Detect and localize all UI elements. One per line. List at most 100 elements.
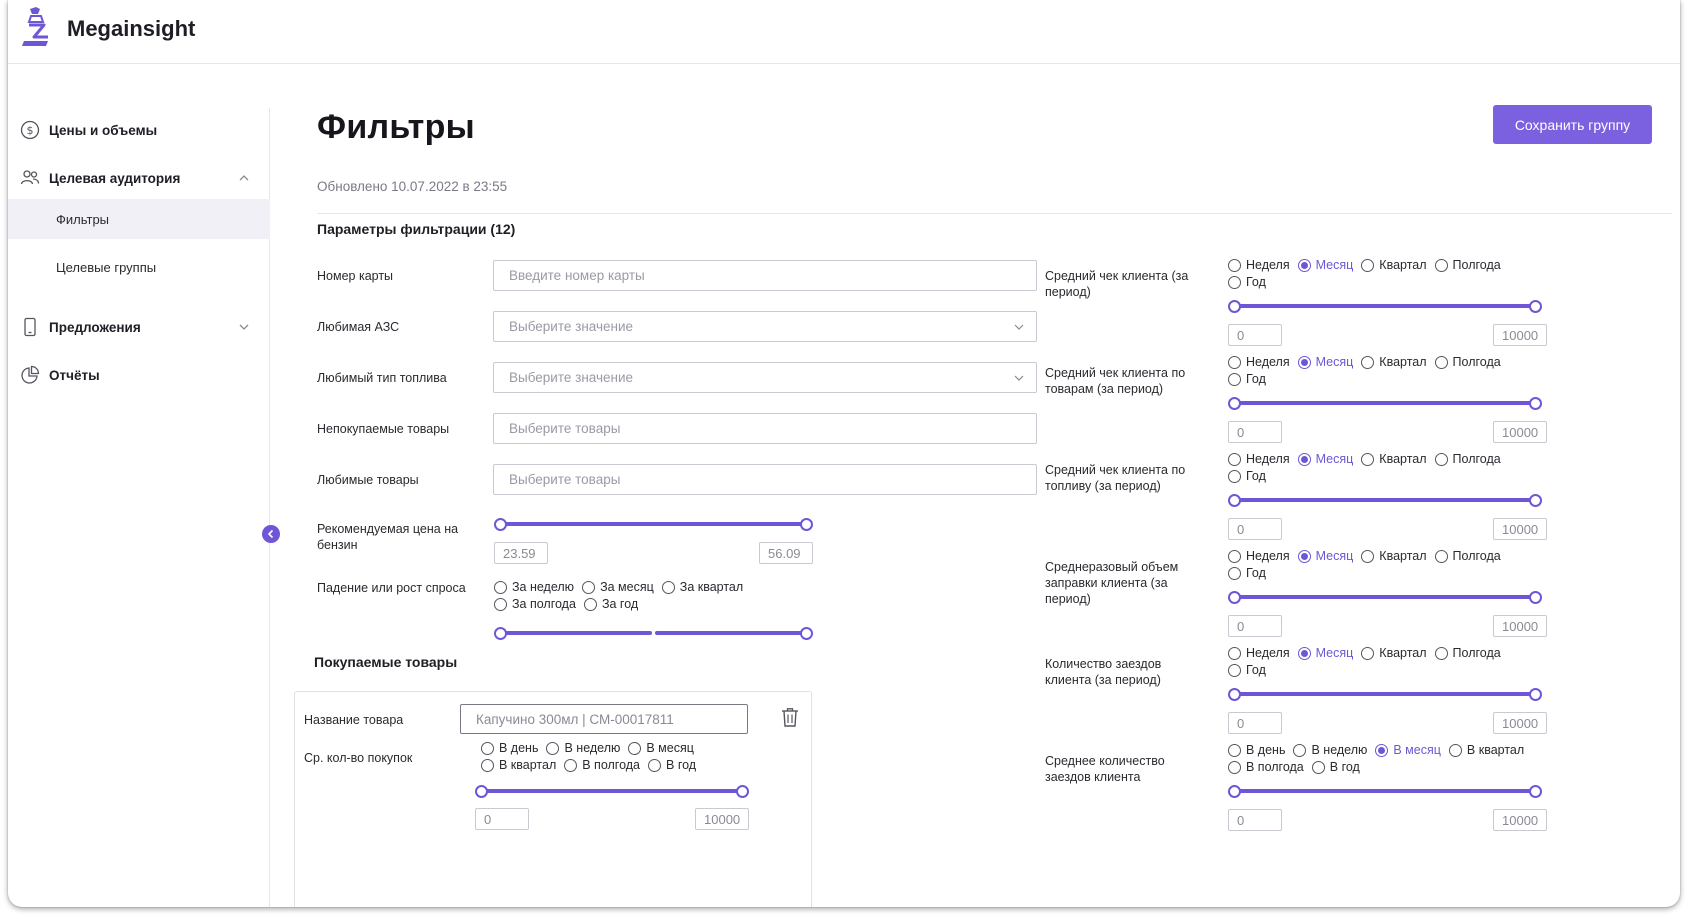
range-max-input[interactable]: 10000 — [1493, 324, 1547, 346]
radio-option[interactable]: Неделя — [1228, 646, 1290, 660]
radio-option[interactable]: В месяц — [1375, 743, 1441, 757]
rec-price-slider-max-handle[interactable] — [800, 518, 813, 531]
range-max-input[interactable]: 10000 — [1493, 518, 1547, 540]
demand-slider-track-left[interactable] — [500, 631, 652, 635]
range-min-input[interactable]: 0 — [1228, 712, 1282, 734]
radio-option[interactable]: Месяц — [1297, 355, 1353, 369]
demand-slider-min-handle[interactable] — [494, 627, 507, 640]
range-slider-track[interactable] — [1234, 304, 1536, 308]
purchase-freq-slider-min-handle[interactable] — [475, 785, 488, 798]
range-slider-track[interactable] — [1234, 401, 1536, 405]
range-min-input[interactable]: 0 — [1228, 518, 1282, 540]
radio-option[interactable]: В день — [481, 741, 538, 755]
fav-station-select[interactable]: Выберите значение — [493, 311, 1037, 342]
trash-icon[interactable] — [781, 707, 799, 727]
sidebar-subitem-filters[interactable]: Фильтры — [8, 199, 270, 239]
radio-option[interactable]: Год — [1228, 663, 1266, 677]
range-slider-min-handle[interactable] — [1228, 688, 1241, 701]
range-slider-max-handle[interactable] — [1529, 494, 1542, 507]
radio-option[interactable]: Неделя — [1228, 258, 1290, 272]
range-min-input[interactable]: 0 — [1228, 324, 1282, 346]
rec-price-max-input[interactable]: 56.09 — [759, 542, 813, 564]
fav-goods-select[interactable]: Выберите товары — [493, 464, 1037, 495]
radio-option[interactable]: В день — [1228, 743, 1285, 757]
card-number-input[interactable]: Введите номер карты — [493, 260, 1037, 291]
radio-option[interactable]: Неделя — [1228, 452, 1290, 466]
radio-option[interactable]: В неделю — [546, 741, 620, 755]
range-slider-max-handle[interactable] — [1529, 300, 1542, 313]
radio-option[interactable]: Месяц — [1297, 258, 1353, 272]
rec-price-min-input[interactable]: 23.59 — [494, 542, 548, 564]
range-max-input[interactable]: 10000 — [1493, 712, 1547, 734]
radio-option[interactable]: В квартал — [1448, 743, 1524, 757]
range-slider-max-handle[interactable] — [1529, 591, 1542, 604]
save-group-button[interactable]: Сохранить группу — [1493, 105, 1652, 144]
sidebar-subitem-target-groups[interactable]: Целевые группы — [8, 247, 270, 287]
radio-option[interactable]: Полгода — [1434, 646, 1501, 660]
range-slider-track[interactable] — [1234, 692, 1536, 696]
range-slider-min-handle[interactable] — [1228, 300, 1241, 313]
chevron-up-icon[interactable] — [238, 172, 250, 184]
range-slider-min-handle[interactable] — [1228, 397, 1241, 410]
radio-option[interactable]: За полгода — [494, 597, 576, 611]
rec-price-slider-min-handle[interactable] — [494, 518, 507, 531]
radio-option[interactable]: Полгода — [1434, 452, 1501, 466]
sidebar-item-offers[interactable]: Предложения — [8, 307, 270, 347]
not-bought-select[interactable]: Выберите товары — [493, 413, 1037, 444]
demand-slider-max-handle[interactable] — [800, 627, 813, 640]
radio-option[interactable]: В квартал — [481, 758, 556, 772]
radio-option[interactable]: Квартал — [1361, 355, 1427, 369]
sidebar-item-reports[interactable]: Отчёты — [8, 355, 270, 395]
radio-option[interactable]: В полгода — [1228, 760, 1304, 774]
radio-option[interactable]: Квартал — [1361, 646, 1427, 660]
range-slider-max-handle[interactable] — [1529, 397, 1542, 410]
radio-option[interactable]: В месяц — [628, 741, 694, 755]
purchase-freq-max-input[interactable]: 10000 — [695, 808, 749, 830]
range-slider-max-handle[interactable] — [1529, 785, 1542, 798]
radio-option[interactable]: В полгода — [564, 758, 640, 772]
radio-option[interactable]: Неделя — [1228, 549, 1290, 563]
radio-option[interactable]: Год — [1228, 372, 1266, 386]
radio-option[interactable]: За неделю — [494, 580, 574, 594]
sidebar-item-audience[interactable]: Целевая аудитория — [8, 158, 270, 198]
range-max-input[interactable]: 10000 — [1493, 615, 1547, 637]
purchase-freq-min-input[interactable]: 0 — [475, 808, 529, 830]
range-slider-min-handle[interactable] — [1228, 785, 1241, 798]
radio-option[interactable]: Год — [1228, 275, 1266, 289]
radio-option[interactable]: Квартал — [1361, 452, 1427, 466]
radio-option[interactable]: Месяц — [1297, 646, 1353, 660]
radio-option[interactable]: Год — [1228, 469, 1266, 483]
range-slider-track[interactable] — [1234, 498, 1536, 502]
radio-option[interactable]: Полгода — [1434, 355, 1501, 369]
range-min-input[interactable]: 0 — [1228, 421, 1282, 443]
radio-option[interactable]: Квартал — [1361, 549, 1427, 563]
radio-option[interactable]: За год — [583, 597, 638, 611]
range-slider-min-handle[interactable] — [1228, 591, 1241, 604]
purchase-freq-slider-max-handle[interactable] — [736, 785, 749, 798]
range-slider-max-handle[interactable] — [1529, 688, 1542, 701]
purchase-freq-slider-track[interactable] — [482, 789, 744, 793]
range-max-input[interactable]: 10000 — [1493, 809, 1547, 831]
chevron-down-icon[interactable] — [238, 321, 250, 333]
radio-option[interactable]: Неделя — [1228, 355, 1290, 369]
radio-option[interactable]: В неделю — [1293, 743, 1367, 757]
radio-option[interactable]: Полгода — [1434, 549, 1501, 563]
product-name-input[interactable]: Капучино 300мл | СМ-00017811 — [460, 704, 748, 734]
range-min-input[interactable]: 0 — [1228, 615, 1282, 637]
radio-option[interactable]: За месяц — [582, 580, 654, 594]
radio-option[interactable]: Месяц — [1297, 549, 1353, 563]
range-slider-min-handle[interactable] — [1228, 494, 1241, 507]
rec-price-slider-track[interactable] — [500, 522, 807, 526]
range-min-input[interactable]: 0 — [1228, 809, 1282, 831]
radio-option[interactable]: Полгода — [1434, 258, 1501, 272]
radio-option[interactable]: За квартал — [661, 580, 743, 594]
radio-option[interactable]: Месяц — [1297, 452, 1353, 466]
range-max-input[interactable]: 10000 — [1493, 421, 1547, 443]
fav-fuel-select[interactable]: Выберите значение — [493, 362, 1037, 393]
sidebar-item-prices[interactable]: $ Цены и объемы — [8, 110, 270, 150]
radio-option[interactable]: В год — [648, 758, 696, 772]
radio-option[interactable]: Квартал — [1361, 258, 1427, 272]
range-slider-track[interactable] — [1234, 789, 1536, 793]
radio-option[interactable]: Год — [1228, 566, 1266, 580]
range-slider-track[interactable] — [1234, 595, 1536, 599]
